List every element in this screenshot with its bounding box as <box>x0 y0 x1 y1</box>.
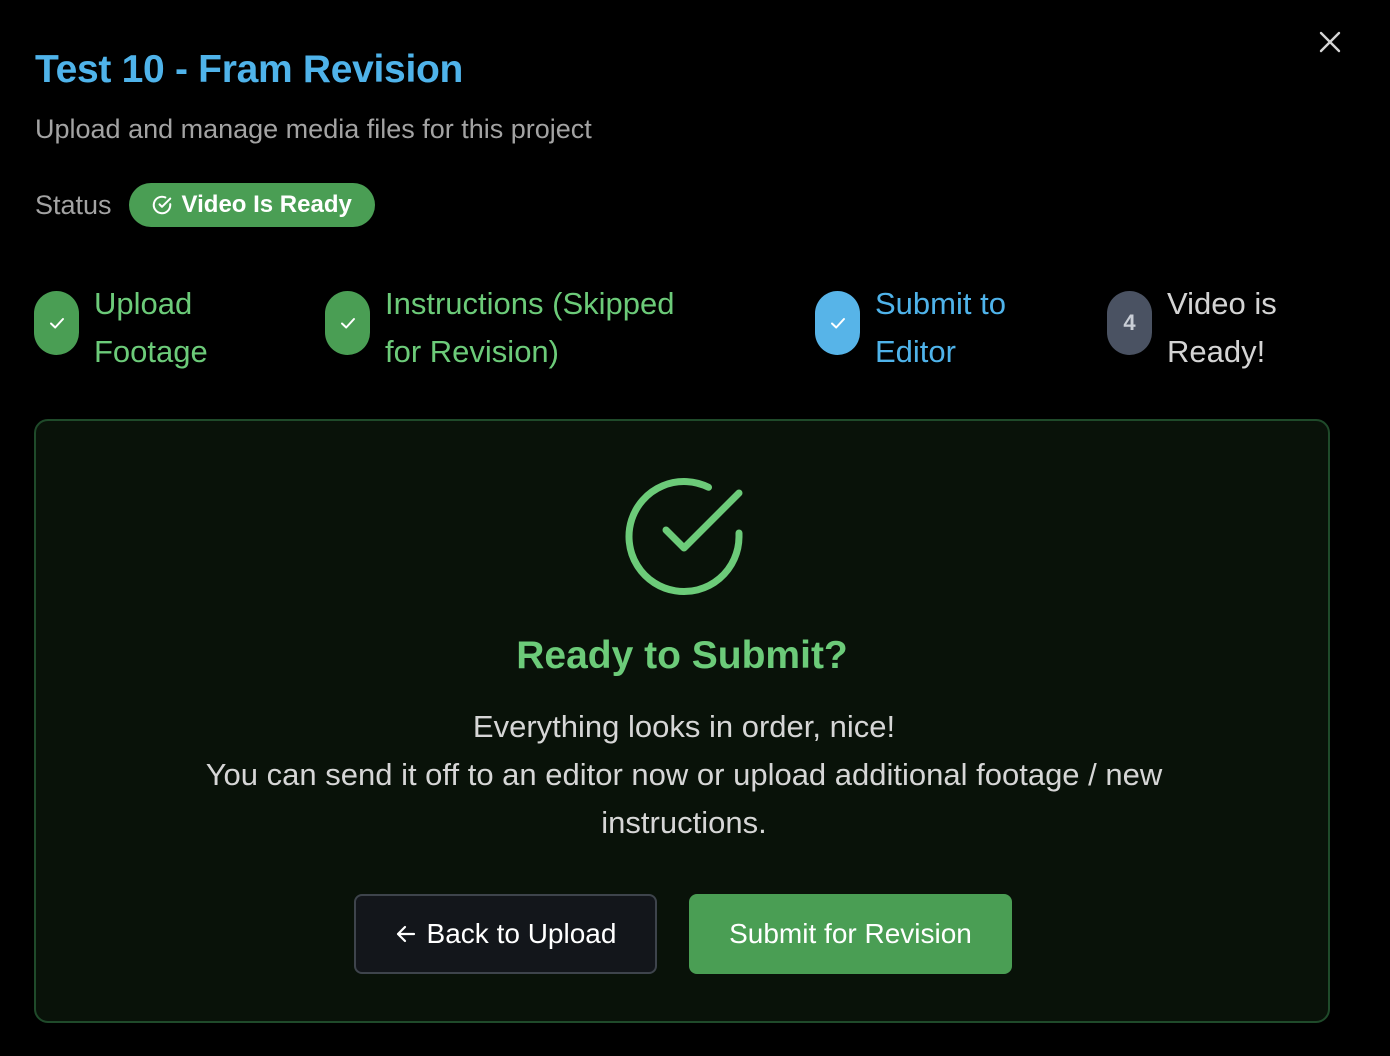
panel-title: Ready to Submit? <box>516 634 848 677</box>
back-to-upload-button[interactable]: Back to Upload <box>354 894 657 974</box>
step-video-ready: 4 Video is Ready! <box>1107 280 1277 376</box>
check-circle-icon <box>625 478 743 596</box>
page-subtitle: Upload and manage media files for this p… <box>35 114 592 144</box>
step-check <box>815 291 860 355</box>
panel-line-1: Everything looks in order, nice! <box>472 709 896 744</box>
arrow-left-icon <box>396 925 415 943</box>
panel-description: Everything looks in order, nice! You can… <box>126 703 1242 847</box>
check-icon <box>830 318 845 329</box>
close-button[interactable] <box>1314 26 1346 58</box>
step-check <box>325 291 370 355</box>
ready-panel: Ready to Submit? Everything looks in ord… <box>34 419 1330 1023</box>
step-label: Instructions (Skipped for Revision) <box>385 286 675 369</box>
step-label: Video is Ready! <box>1167 286 1277 369</box>
check-icon <box>49 318 64 329</box>
step-submit-to-editor: Submit to Editor <box>815 280 1006 376</box>
page-title: Test 10 - Fram Revision <box>35 48 464 91</box>
step-instructions: Instructions (Skipped for Revision) <box>325 280 674 376</box>
step-check <box>34 291 79 355</box>
status-badge: Video Is Ready <box>128 183 375 227</box>
submit-for-revision-button[interactable]: Submit for Revision <box>689 894 1012 974</box>
check-circle-icon <box>152 195 171 215</box>
step-number: 4 <box>1107 291 1152 355</box>
back-button-label: Back to Upload <box>426 918 617 949</box>
submit-button-label: Submit for Revision <box>729 918 972 949</box>
check-icon <box>340 318 355 329</box>
close-icon <box>1319 31 1341 53</box>
status-badge-label: Video Is Ready <box>181 191 352 218</box>
upload-modal: Test 10 - Fram Revision Upload and manag… <box>0 0 1390 1056</box>
status-label: Status <box>35 189 112 220</box>
step-label: Upload Footage <box>94 286 208 369</box>
step-upload-footage: Upload Footage <box>34 280 208 376</box>
step-label: Submit to Editor <box>875 286 1006 369</box>
panel-line-2: You can send it off to an editor now or … <box>205 757 1163 840</box>
status-row: Status Video Is Ready <box>35 183 375 227</box>
